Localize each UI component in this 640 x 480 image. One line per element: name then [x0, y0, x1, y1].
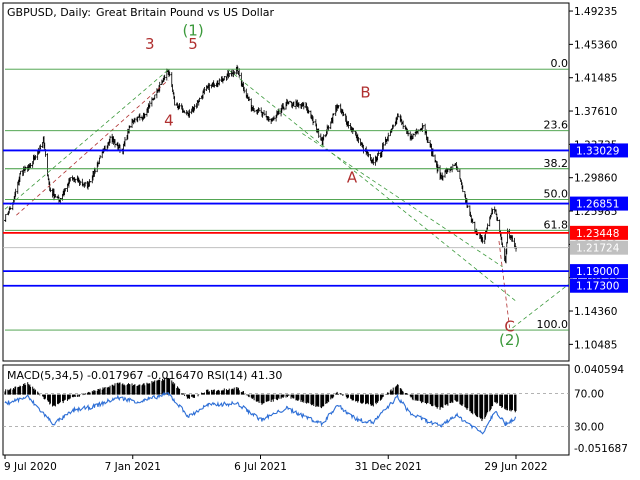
fib-level-label: 0.0	[551, 57, 569, 70]
time-axis-label: 29 Jun 2022	[484, 461, 547, 473]
fib-level-label: 50.0	[544, 188, 569, 201]
price-axis-label: 1.37610	[574, 106, 617, 118]
price-tag-text: 1.19000	[576, 266, 619, 278]
fib-level-label: 61.8	[544, 218, 569, 231]
wave-label: (2)	[499, 331, 520, 349]
wave-label: 3	[145, 35, 155, 53]
wave-label: A	[347, 169, 358, 187]
indicator-axis-label: 0.040594	[574, 364, 624, 376]
time-axis-label: 9 Jul 2020	[4, 461, 57, 473]
wave-label: (1)	[182, 21, 203, 39]
wave-label: B	[360, 83, 370, 101]
chart-title-symbol: GBPUSD, Daily:	[7, 6, 91, 19]
fib-level-label: 38.2	[544, 157, 569, 170]
fib-level-label: 100.0	[537, 318, 569, 331]
rsi-axis-label: 30.00	[574, 421, 604, 433]
time-axis-label: 31 Dec 2021	[355, 461, 422, 473]
price-axis-label: 1.45360	[574, 39, 617, 51]
price-tag-text: 1.21724	[576, 243, 620, 255]
wave-label: 4	[164, 112, 174, 130]
rsi-axis-label: 70.00	[574, 389, 604, 401]
price-axis-label: 1.41485	[574, 73, 617, 85]
indicator-axis-label: -0.051687	[574, 443, 628, 455]
time-axis-label: 7 Jan 2021	[105, 461, 161, 473]
chart-title-description: Great Britain Pound vs US Dollar	[96, 6, 275, 19]
price-tag-text: 1.33029	[576, 145, 619, 157]
price-axis-label: 1.49235	[574, 6, 617, 18]
price-tag-text: 1.23448	[576, 228, 619, 240]
price-axis-label: 1.14360	[574, 306, 617, 318]
price-axis-label: 1.10485	[574, 339, 617, 351]
price-tag-text: 1.17300	[576, 281, 619, 293]
time-axis-label: 6 Jul 2021	[234, 461, 287, 473]
chart-canvas: 0.023.638.250.061.8100.0345(1)BAC(2) 1.4…	[2, 2, 628, 473]
indicator-title: MACD(5,34,5) -0.017967 -0.016470 RSI(14)…	[7, 369, 282, 382]
price-tag-text: 1.26851	[576, 199, 619, 211]
price-axis-label: 1.29860	[574, 173, 617, 185]
fib-level-label: 23.6	[544, 119, 569, 132]
